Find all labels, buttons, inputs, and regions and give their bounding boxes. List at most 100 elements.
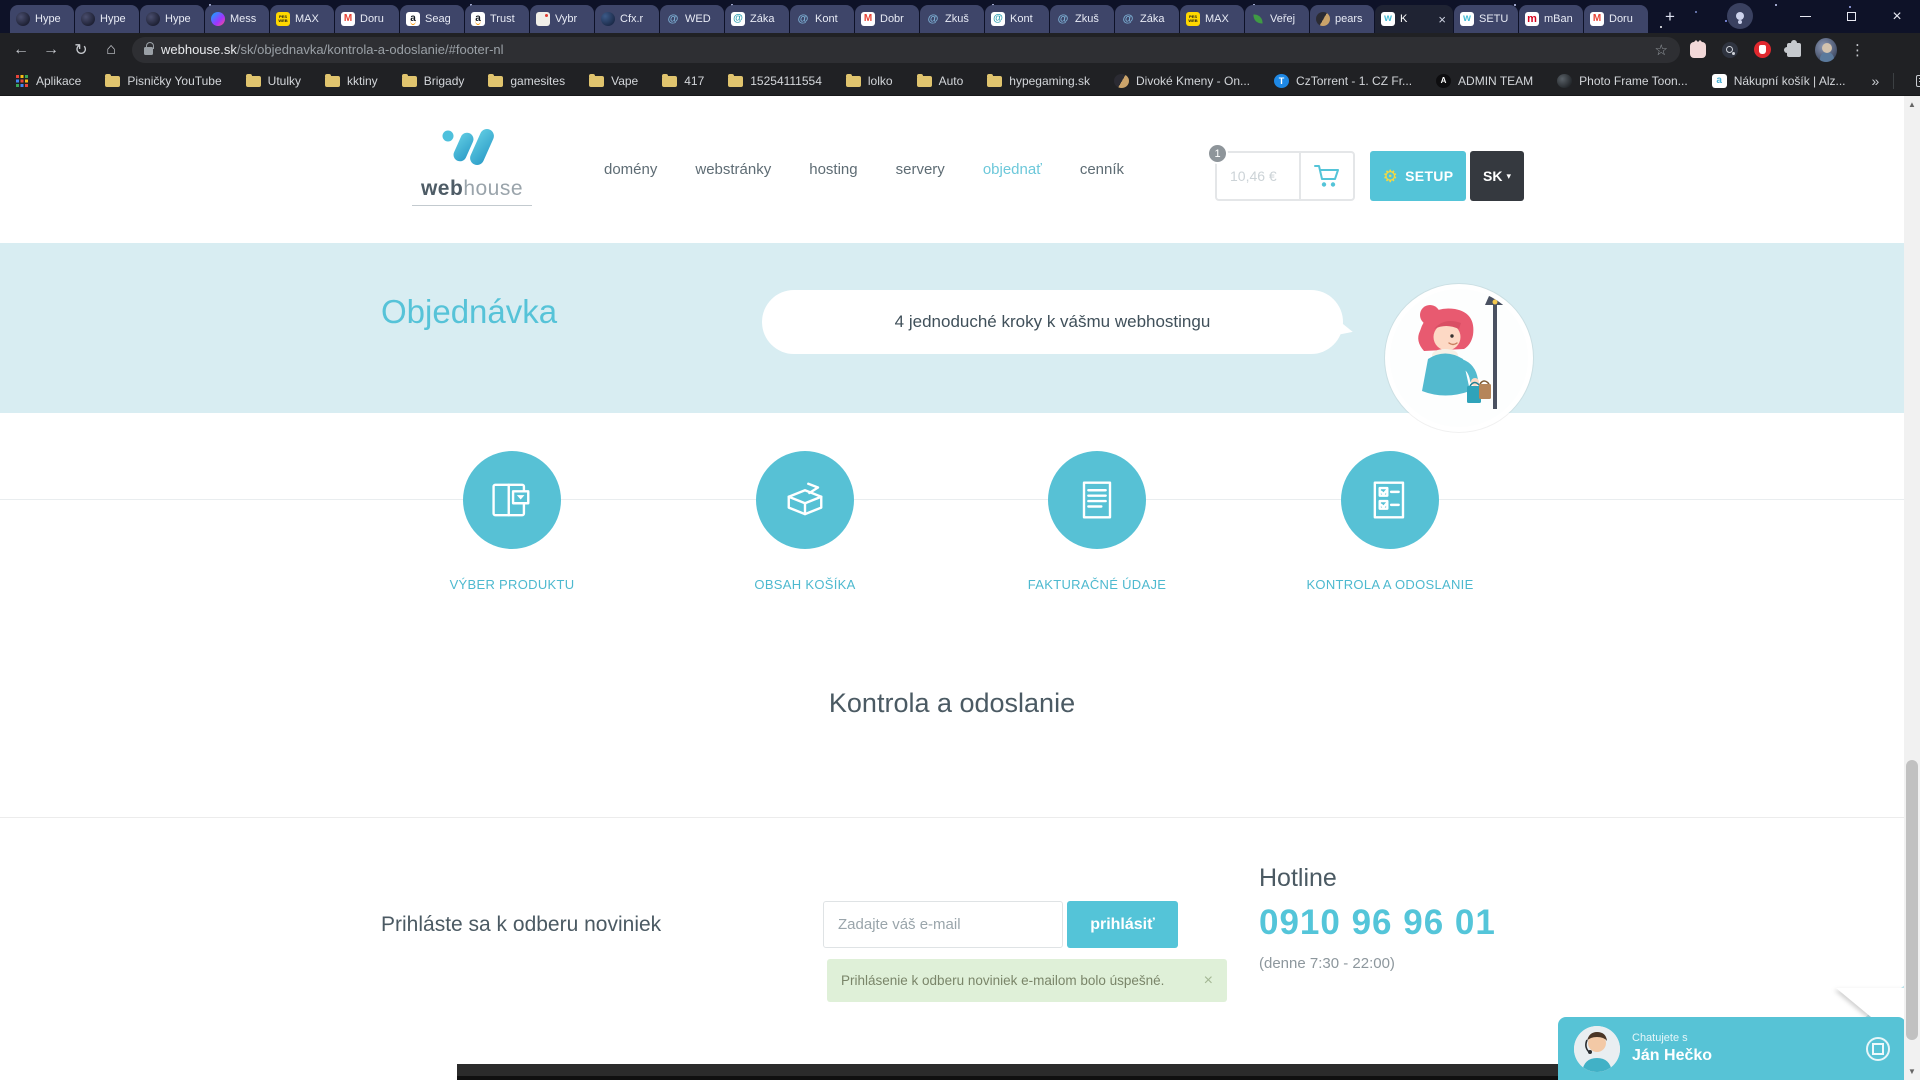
new-tab-button[interactable]: + — [1657, 4, 1683, 30]
browser-tab[interactable]: SETU — [1454, 5, 1518, 33]
bookmark-item[interactable]: 15254111554 — [728, 74, 822, 88]
scroll-down-arrow[interactable]: ▼ — [1904, 1063, 1920, 1080]
bookmark-item[interactable]: gamesites — [488, 74, 565, 88]
webhouse-logo[interactable]: webhouse — [412, 124, 532, 206]
browser-tab[interactable]: K × — [1375, 5, 1453, 33]
browser-tab[interactable]: Doru — [1584, 5, 1648, 33]
nav-link[interactable]: hosting — [809, 161, 857, 178]
extensions-puzzle-icon[interactable] — [1783, 39, 1805, 61]
extension-cat-icon[interactable] — [1687, 39, 1709, 61]
newsletter-subscribe-button[interactable]: prihlásiť — [1067, 901, 1178, 948]
maximize-button[interactable] — [1828, 0, 1874, 33]
browser-tab[interactable]: Seag — [400, 5, 464, 33]
browser-tab[interactable]: pears — [1310, 5, 1374, 33]
browser-tab[interactable]: Zkuš — [1050, 5, 1114, 33]
bookmark-label: Pisničky YouTube — [127, 74, 221, 88]
tab-favicon-icon — [861, 12, 875, 26]
nav-link[interactable]: cenník — [1080, 161, 1124, 178]
extension-key-icon[interactable] — [1719, 39, 1741, 61]
scrollbar-thumb[interactable] — [1906, 760, 1918, 1040]
browser-tab[interactable]: Kont — [790, 5, 854, 33]
browser-tab[interactable]: Hype — [140, 5, 204, 33]
nav-link[interactable]: objednať — [983, 161, 1042, 178]
bookmark-icon — [987, 76, 1002, 87]
nav-link[interactable]: servery — [896, 161, 945, 178]
browser-tab[interactable]: Hype — [10, 5, 74, 33]
browser-tab[interactable]: Mess — [205, 5, 269, 33]
browser-tab[interactable]: Hype — [75, 5, 139, 33]
bookmark-item[interactable]: Divoké Kmeny - On... — [1114, 74, 1250, 88]
bookmark-item[interactable]: Nákupní košík | Alz... — [1712, 74, 1846, 88]
bookmark-item[interactable]: kktiny — [325, 74, 378, 88]
bookmark-star-icon[interactable]: ☆ — [1655, 41, 1668, 59]
tab-favicon-icon — [1381, 12, 1395, 26]
browser-tab[interactable]: WED — [660, 5, 724, 33]
tab-title: MAX — [1205, 13, 1238, 25]
forward-button[interactable]: → — [38, 37, 64, 63]
hotline-phone-link[interactable]: 0910 96 96 01 — [1259, 903, 1496, 943]
lock-icon[interactable] — [144, 47, 153, 55]
chat-minimize-icon[interactable] — [1866, 1037, 1890, 1061]
browser-tab[interactable]: Veřej — [1245, 5, 1309, 33]
browser-menu-icon[interactable]: ⋮ — [1844, 41, 1871, 59]
language-selector[interactable]: SK — [1470, 151, 1524, 201]
alert-close-icon[interactable]: × — [1204, 972, 1213, 990]
bookmark-item[interactable]: Auto — [917, 74, 964, 88]
newsletter-email-input[interactable] — [823, 901, 1063, 948]
tab-search-button[interactable] — [1727, 3, 1753, 29]
bookmarks-overflow-chevron[interactable]: » — [1872, 73, 1880, 89]
browser-tab[interactable]: MAX — [270, 5, 334, 33]
setup-button[interactable]: SETUP — [1370, 151, 1466, 201]
browser-tab[interactable]: Kont — [985, 5, 1049, 33]
browser-tab[interactable]: mBan — [1519, 5, 1583, 33]
cart-box[interactable]: 1 10,46 € — [1215, 151, 1355, 201]
browser-tab[interactable]: Vybr — [530, 5, 594, 33]
tab-favicon-icon — [211, 12, 225, 26]
bookmark-item[interactable]: ADMIN TEAM — [1436, 74, 1533, 88]
bookmark-label: hypegaming.sk — [1009, 74, 1090, 88]
reload-button[interactable]: ↻ — [68, 37, 94, 63]
chat-widget[interactable]: Chatujete s Ján Hečko — [1558, 1017, 1904, 1080]
reading-list-button[interactable]: Seznam četby — [1893, 67, 1920, 95]
bookmark-item[interactable]: Aplikace — [14, 74, 81, 88]
order-step-icon[interactable] — [1048, 451, 1146, 549]
bookmark-item[interactable]: CzTorrent - 1. CZ Fr... — [1274, 74, 1412, 88]
browser-tab[interactable]: Zkuš — [920, 5, 984, 33]
browser-tab[interactable]: Trust — [465, 5, 529, 33]
browser-tab[interactable]: Dobr — [855, 5, 919, 33]
bookmark-item[interactable]: Photo Frame Toon... — [1557, 74, 1688, 88]
language-code: SK — [1483, 168, 1502, 184]
back-button[interactable]: ← — [8, 37, 34, 63]
address-bar[interactable]: webhouse.sk/sk/objednavka/kontrola-a-odo… — [132, 37, 1680, 63]
browser-tab[interactable]: Záka — [725, 5, 789, 33]
browser-tab[interactable]: Záka — [1115, 5, 1179, 33]
logo-web: web — [421, 177, 463, 200]
tab-favicon-icon — [1460, 12, 1474, 26]
browser-tab[interactable]: Cfx.r — [595, 5, 659, 33]
browser-tab[interactable]: MAX — [1180, 5, 1244, 33]
page-scrollbar[interactable]: ▲ ▼ — [1904, 96, 1920, 1080]
scroll-up-arrow[interactable]: ▲ — [1904, 96, 1920, 113]
bookmark-item[interactable]: Brigady — [402, 74, 465, 88]
tab-title: Zkuš — [1075, 13, 1108, 25]
gear-icon — [1383, 168, 1399, 185]
cart-button[interactable] — [1301, 153, 1353, 199]
order-step-icon[interactable] — [756, 451, 854, 549]
tab-close-icon[interactable]: × — [1437, 13, 1447, 26]
profile-avatar[interactable] — [1815, 39, 1837, 61]
bookmark-item[interactable]: 417 — [662, 74, 704, 88]
order-step-icon[interactable] — [463, 451, 561, 549]
home-button[interactable]: ⌂ — [98, 37, 124, 63]
bookmark-item[interactable]: Utulky — [246, 74, 301, 88]
bookmark-item[interactable]: Vape — [589, 74, 638, 88]
browser-tab[interactable]: Doru — [335, 5, 399, 33]
bookmark-item[interactable]: Pisničky YouTube — [105, 74, 221, 88]
nav-link[interactable]: webstránky — [695, 161, 771, 178]
bookmark-item[interactable]: hypegaming.sk — [987, 74, 1090, 88]
minimize-button[interactable] — [1782, 0, 1828, 33]
close-button[interactable]: × — [1874, 0, 1920, 33]
nav-link[interactable]: domény — [604, 161, 657, 178]
extension-adblock-icon[interactable] — [1751, 39, 1773, 61]
bookmark-item[interactable]: lolko — [846, 74, 893, 88]
order-step-icon[interactable] — [1341, 451, 1439, 549]
